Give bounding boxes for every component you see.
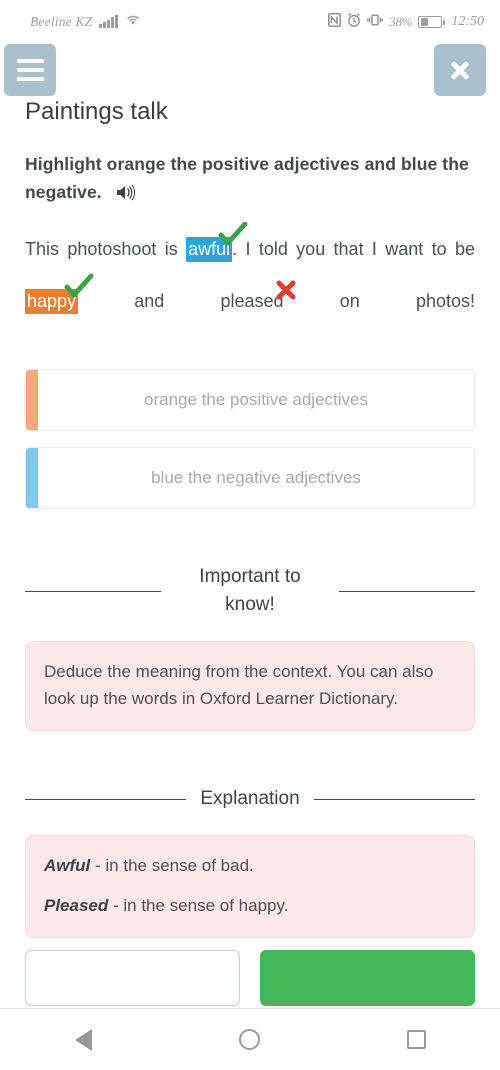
task-instruction-text: Highlight orange the positive adjectives… bbox=[25, 154, 469, 202]
status-bar-right: 38% 12:50 bbox=[328, 12, 484, 32]
important-heading: Important to know! bbox=[25, 563, 475, 619]
lesson-content: Highlight orange the positive adjectives… bbox=[0, 150, 500, 938]
battery-icon bbox=[418, 16, 445, 28]
highlighted-word-happy-text: happy bbox=[27, 291, 77, 311]
divider-right bbox=[313, 798, 476, 800]
task-instruction: Highlight orange the positive adjectives… bbox=[25, 150, 475, 209]
exercise-sentence: This photoshoot is awful. I told you tha… bbox=[25, 221, 475, 327]
battery-percent-label: 38% bbox=[389, 14, 413, 29]
explanation-heading: Explanation bbox=[25, 785, 476, 813]
status-bar-left: Beeline KZ bbox=[30, 13, 141, 31]
explanation-heading-text: Explanation bbox=[200, 788, 300, 809]
sentence-part-3: and pleased bbox=[78, 280, 296, 311]
answer-color-bar-orange bbox=[26, 370, 38, 430]
explanation-line: Pleased - in the sense of happy. bbox=[44, 892, 456, 919]
nav-home-button[interactable] bbox=[220, 1020, 280, 1060]
sentence-part-3-text: and pleased bbox=[78, 291, 284, 311]
explanation-term: Pleased bbox=[44, 896, 109, 915]
highlighted-word-happy[interactable]: happy bbox=[25, 273, 94, 314]
app-screen: Beeline KZ 38% 12:50 Paintings talk High… bbox=[0, 0, 500, 1070]
nav-back-button[interactable] bbox=[53, 1020, 113, 1060]
carrier-label: Beeline KZ bbox=[30, 14, 93, 29]
important-box: Deduce the meaning from the context. You… bbox=[25, 641, 475, 731]
alarm-icon bbox=[347, 12, 361, 32]
nfc-icon bbox=[328, 12, 342, 32]
android-navigation-bar bbox=[0, 1008, 500, 1070]
answer-input-blue[interactable] bbox=[38, 448, 474, 508]
menu-button[interactable] bbox=[4, 44, 56, 96]
explanation-rest: - in the sense of bad. bbox=[90, 856, 254, 875]
action-buttons bbox=[0, 950, 500, 1008]
highlighted-word-awful-text: awful bbox=[188, 239, 231, 259]
app-header: Paintings talk bbox=[0, 44, 500, 125]
answer-color-bar-blue bbox=[26, 448, 38, 508]
answer-inputs bbox=[25, 369, 475, 509]
primary-action-button[interactable] bbox=[260, 950, 475, 1006]
clock-label: 12:50 bbox=[451, 14, 484, 29]
nav-recents-button[interactable] bbox=[387, 1020, 447, 1060]
explanation-term: Awful bbox=[44, 856, 91, 875]
page-title: Paintings talk bbox=[25, 98, 168, 125]
speaker-icon[interactable] bbox=[116, 181, 136, 209]
divider-left bbox=[25, 590, 161, 592]
explanation-box: Awful - in the sense of bad. Pleased - i… bbox=[25, 835, 475, 938]
vibrate-icon bbox=[367, 13, 384, 32]
divider-right bbox=[339, 590, 475, 592]
answer-row-blue[interactable] bbox=[25, 447, 475, 509]
sentence-part-1: This photoshoot is bbox=[25, 239, 187, 259]
sentence-part-4: on photos! bbox=[283, 291, 475, 311]
answer-row-orange[interactable] bbox=[25, 369, 475, 431]
important-heading-text: Important to know! bbox=[199, 566, 301, 615]
status-bar: Beeline KZ 38% 12:50 bbox=[0, 0, 500, 44]
signal-icon bbox=[99, 15, 118, 28]
recents-square-icon bbox=[407, 1030, 427, 1049]
close-icon bbox=[447, 57, 473, 83]
secondary-action-button[interactable] bbox=[25, 950, 240, 1006]
wifi-icon bbox=[125, 13, 141, 31]
back-triangle-icon bbox=[74, 1028, 92, 1051]
highlighted-word-awful[interactable]: awful bbox=[186, 221, 248, 262]
hamburger-menu-icon bbox=[16, 58, 44, 82]
sentence-part-2: . I told you that I want to be bbox=[232, 239, 475, 259]
answer-input-orange[interactable] bbox=[38, 370, 474, 430]
close-button[interactable] bbox=[434, 44, 486, 96]
divider-left bbox=[25, 798, 187, 800]
home-circle-icon bbox=[239, 1029, 261, 1050]
explanation-line: Awful - in the sense of bad. bbox=[44, 852, 456, 879]
explanation-rest: - in the sense of happy. bbox=[108, 896, 289, 915]
important-body: Deduce the meaning from the context. You… bbox=[44, 662, 434, 708]
